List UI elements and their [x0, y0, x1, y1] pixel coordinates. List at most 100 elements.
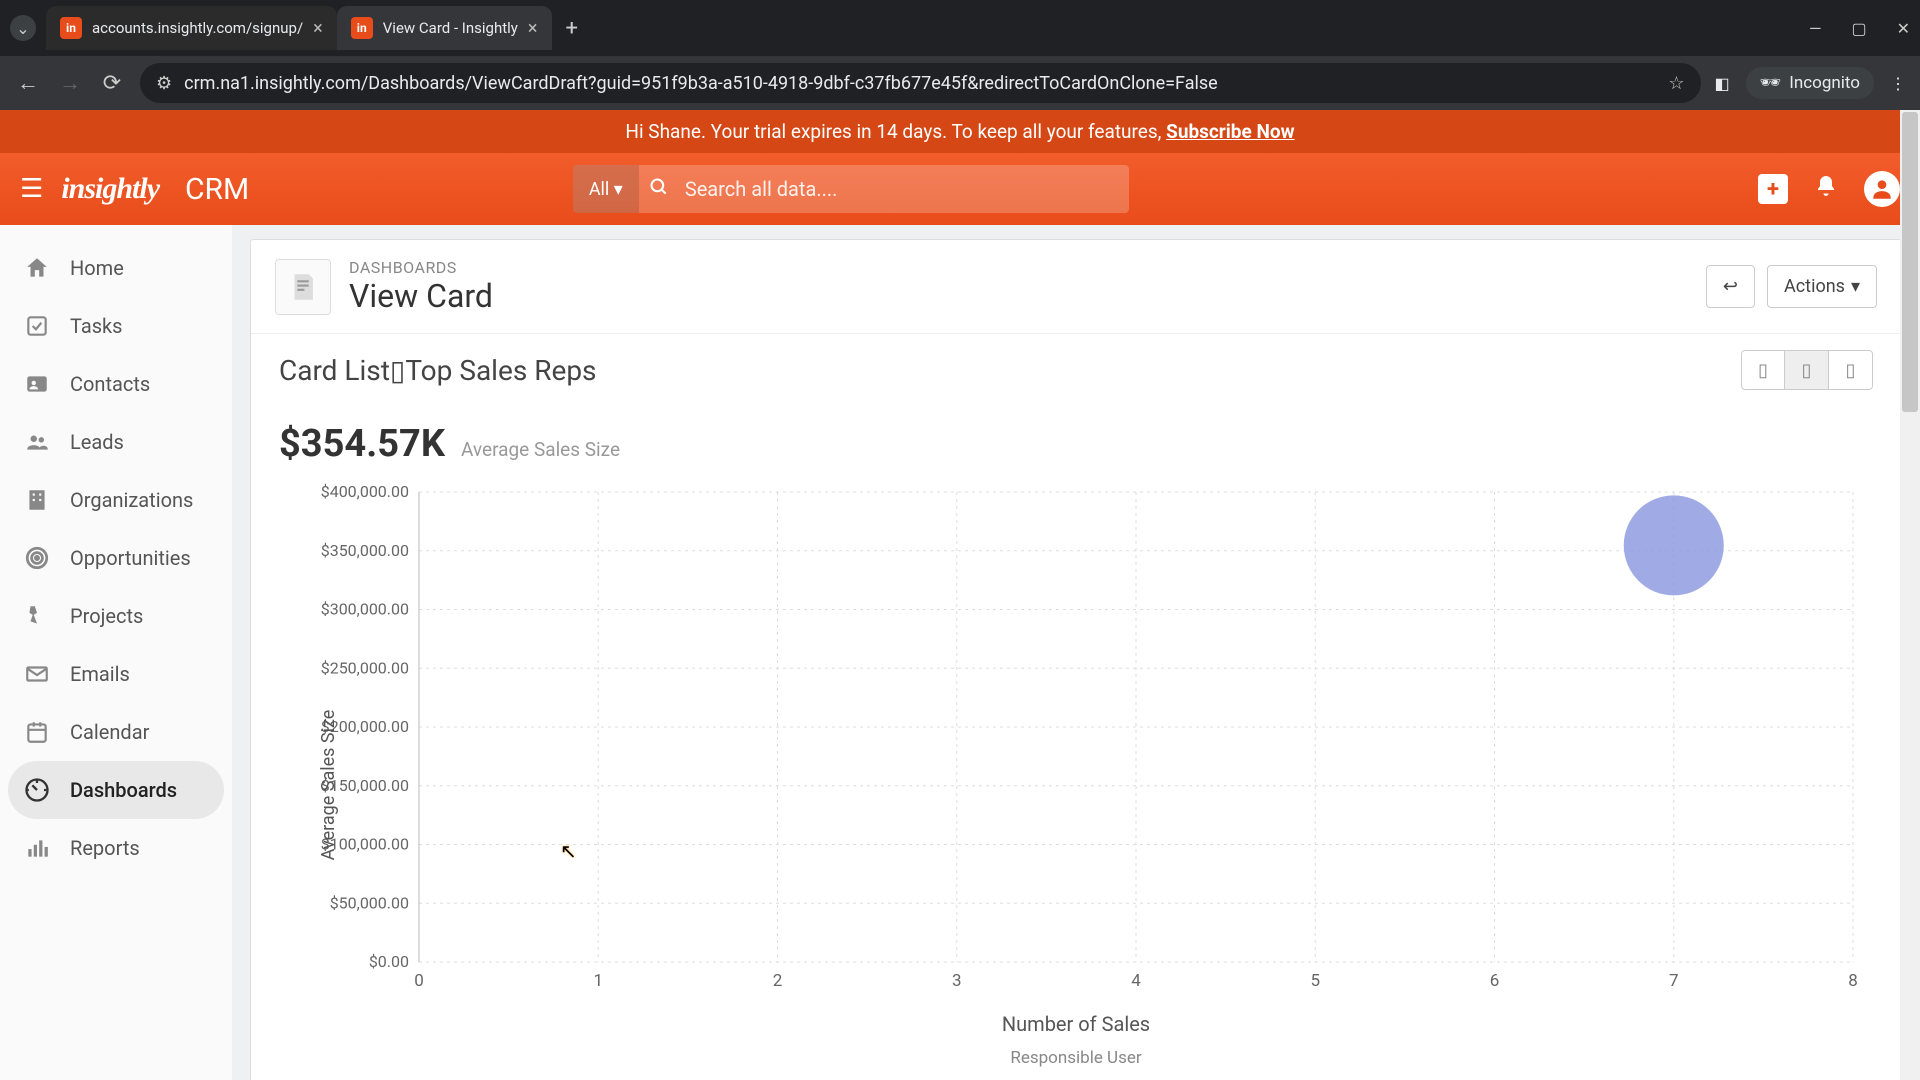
actions-label: Actions: [1784, 276, 1845, 297]
incognito-icon: 🕶: [1760, 73, 1782, 93]
view-toggle-1[interactable]: ▯: [1741, 350, 1785, 390]
chart-container: Average Sales Size $0.00$50,000.00$100,0…: [251, 482, 1901, 1080]
view-toggle-2[interactable]: ▯: [1785, 350, 1829, 390]
close-tab-icon[interactable]: ×: [528, 18, 538, 39]
trial-text: Hi Shane. Your trial expires in 14 days.…: [625, 120, 1166, 143]
svg-text:2: 2: [773, 971, 783, 991]
maximize-icon[interactable]: ▢: [1851, 19, 1866, 38]
svg-text:$350,000.00: $350,000.00: [321, 541, 409, 560]
breadcrumb[interactable]: DASHBOARDS: [349, 258, 1688, 277]
page-title: View Card: [349, 277, 1688, 315]
svg-text:$300,000.00: $300,000.00: [321, 600, 409, 619]
search-scope-dropdown[interactable]: All ▾: [573, 165, 639, 213]
product-label: CRM: [185, 172, 249, 207]
insightly-logo[interactable]: insightly: [61, 172, 159, 206]
reports-icon: [22, 833, 52, 863]
tab-search-dropdown[interactable]: ⌄: [10, 15, 36, 41]
sidebar-nav: Home Tasks Contacts Leads Organizations …: [0, 225, 232, 1080]
sidebar-item-opportunities[interactable]: Opportunities: [0, 529, 232, 587]
chart-legend: Responsible User: [279, 1048, 1873, 1068]
browser-tab-1[interactable]: in accounts.insightly.com/signup/ ×: [46, 6, 337, 50]
svg-text:$400,000.00: $400,000.00: [321, 482, 409, 501]
browser-tab-2[interactable]: in View Card - Insightly ×: [337, 6, 552, 50]
back-button[interactable]: ←: [14, 70, 42, 96]
vertical-scrollbar[interactable]: [1900, 110, 1920, 1080]
sidebar-item-projects[interactable]: Projects: [0, 587, 232, 645]
scrollbar-thumb[interactable]: [1902, 112, 1918, 412]
browser-menu-icon[interactable]: ⋮: [1890, 74, 1906, 93]
back-to-list-button[interactable]: ↩: [1706, 265, 1755, 308]
view-toggle-3[interactable]: ▯: [1829, 350, 1873, 390]
tab-title: View Card - Insightly: [383, 19, 518, 37]
card-sheet: DASHBOARDS View Card ↩ Actions▾ Card Lis…: [250, 239, 1902, 1080]
metric-label: Average Sales Size: [461, 438, 620, 461]
reload-button[interactable]: ⟳: [98, 71, 126, 96]
sidebar-item-label: Contacts: [70, 372, 150, 396]
insightly-favicon: in: [351, 17, 373, 39]
subscribe-link[interactable]: Subscribe Now: [1166, 120, 1294, 143]
metric-value: $354.57K: [279, 422, 445, 466]
sidebar-item-label: Dashboards: [70, 778, 177, 802]
calendar-icon: [22, 717, 52, 747]
close-tab-icon[interactable]: ×: [313, 18, 323, 39]
search-input[interactable]: [669, 177, 1129, 201]
search-icon: [649, 177, 669, 201]
close-window-icon[interactable]: ✕: [1897, 19, 1910, 38]
main-content: DASHBOARDS View Card ↩ Actions▾ Card Lis…: [232, 225, 1920, 1080]
sidebar-item-emails[interactable]: Emails: [0, 645, 232, 703]
menu-toggle-icon[interactable]: ☰: [20, 174, 43, 204]
leads-icon: [22, 427, 52, 457]
svg-text:8: 8: [1848, 971, 1858, 991]
sidebar-item-reports[interactable]: Reports: [0, 819, 232, 877]
bubble-chart[interactable]: $0.00$50,000.00$100,000.00$150,000.00$20…: [279, 482, 1873, 1002]
side-panel-icon[interactable]: ◧: [1715, 74, 1730, 93]
sidebar-item-leads[interactable]: Leads: [0, 413, 232, 471]
search-scope-label: All: [589, 179, 610, 200]
sidebar-item-calendar[interactable]: Calendar: [0, 703, 232, 761]
y-axis-label: Average Sales Size: [318, 710, 339, 861]
svg-text:0: 0: [414, 971, 424, 991]
notifications-icon[interactable]: [1814, 174, 1838, 204]
sidebar-item-label: Leads: [70, 430, 124, 454]
incognito-badge[interactable]: 🕶 Incognito: [1746, 67, 1874, 99]
app-header: ☰ insightly CRM All ▾ +: [0, 153, 1920, 225]
svg-text:$50,000.00: $50,000.00: [330, 893, 409, 912]
site-settings-icon[interactable]: ⚙: [156, 73, 172, 94]
dashboards-icon: [22, 775, 52, 805]
user-avatar[interactable]: [1864, 171, 1900, 207]
sidebar-item-tasks[interactable]: Tasks: [0, 297, 232, 355]
svg-text:5: 5: [1310, 971, 1320, 991]
quick-add-button[interactable]: +: [1758, 174, 1788, 204]
organizations-icon: [22, 485, 52, 515]
browser-tab-strip: ⌄ in accounts.insightly.com/signup/ × in…: [0, 0, 1920, 56]
actions-dropdown[interactable]: Actions▾: [1767, 265, 1877, 308]
forward-button[interactable]: →: [56, 70, 84, 96]
svg-text:$250,000.00: $250,000.00: [321, 658, 409, 677]
browser-toolbar: ← → ⟳ ⚙ crm.na1.insightly.com/Dashboards…: [0, 56, 1920, 110]
sidebar-item-home[interactable]: Home: [0, 239, 232, 297]
sidebar-item-label: Organizations: [70, 488, 193, 512]
tasks-icon: [22, 311, 52, 341]
sidebar-item-label: Tasks: [70, 314, 123, 338]
url-text: crm.na1.insightly.com/Dashboards/ViewCar…: [184, 73, 1218, 94]
emails-icon: [22, 659, 52, 689]
address-bar[interactable]: ⚙ crm.na1.insightly.com/Dashboards/ViewC…: [140, 63, 1701, 103]
view-toggle-group: ▯ ▯ ▯: [1741, 350, 1873, 390]
back-arrow-icon: ↩: [1723, 276, 1738, 297]
svg-text:7: 7: [1669, 971, 1679, 991]
sidebar-item-contacts[interactable]: Contacts: [0, 355, 232, 413]
new-tab-button[interactable]: +: [566, 16, 578, 41]
tab-title: accounts.insightly.com/signup/: [92, 19, 303, 37]
projects-icon: [22, 601, 52, 631]
sidebar-item-dashboards[interactable]: Dashboards: [8, 761, 224, 819]
svg-text:1: 1: [593, 971, 603, 991]
bookmark-star-icon[interactable]: ☆: [1668, 73, 1684, 94]
window-controls: — ▢ ✕: [1809, 19, 1910, 38]
sidebar-item-label: Home: [70, 256, 124, 280]
card-thumbnail-icon: [275, 259, 331, 315]
global-search: All ▾: [573, 165, 1129, 213]
card-list-title: Card List▯Top Sales Reps: [279, 354, 597, 387]
sidebar-item-organizations[interactable]: Organizations: [0, 471, 232, 529]
minimize-icon[interactable]: —: [1809, 19, 1822, 38]
sidebar-item-label: Opportunities: [70, 546, 191, 570]
